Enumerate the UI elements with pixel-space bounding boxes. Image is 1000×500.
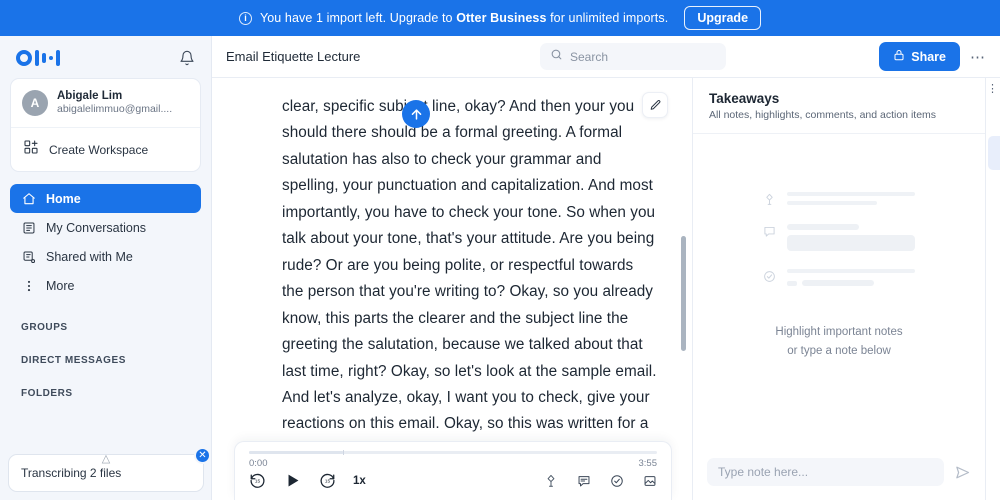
sidebar: A Abigale Lim abigalelimmuo@gmail.... Cr… (0, 36, 212, 500)
svg-text:15: 15 (325, 479, 331, 485)
transcript-pane: clear, specific subject line, okay? And … (212, 78, 693, 500)
comment-icon (763, 225, 776, 243)
transcript-text: clear, specific subject line, okay? And … (282, 98, 658, 500)
document-toolbar: Email Etiquette Lecture Share ⋯ (212, 36, 1000, 78)
comment-icon[interactable] (577, 474, 591, 488)
skeleton-placeholder (763, 192, 915, 309)
share-button[interactable]: Share (879, 42, 960, 71)
app-shell: A Abigale Lim abigalelimmuo@gmail.... Cr… (0, 36, 1000, 500)
total-time: 3:55 (638, 458, 658, 469)
workspace-icon (23, 139, 39, 160)
account-email: abigalelimmuo@gmail.... (57, 103, 173, 116)
player-actions (544, 474, 657, 488)
transcribing-label: Transcribing 2 files (21, 466, 122, 480)
notification-bell-icon[interactable] (179, 50, 195, 66)
skeleton-row (763, 224, 915, 256)
search-icon (550, 48, 563, 66)
empty-state-message: Highlight important notes or type a note… (775, 323, 902, 360)
time-row: 0:00 3:55 (249, 458, 657, 469)
sidebar-item-label: Home (46, 191, 81, 206)
section-header-folders: FOLDERS (21, 388, 73, 400)
main-area: Email Etiquette Lecture Share ⋯ (212, 36, 1000, 500)
sidebar-nav: Home My Conversations Shared with Me Mor… (10, 184, 201, 300)
search-input[interactable] (570, 49, 716, 64)
progress-segment (249, 451, 343, 454)
sidebar-item-shared-with-me[interactable]: Shared with Me (10, 242, 201, 271)
sidebar-item-label: My Conversations (46, 220, 147, 235)
banner-message: You have 1 import left. Upgrade to Otter… (259, 11, 669, 25)
action-item-icon[interactable] (610, 474, 624, 488)
takeaways-empty-state: Highlight important notes or type a note… (693, 134, 985, 448)
overflow-menu-icon[interactable]: ⋮ (987, 82, 998, 95)
progress-track[interactable] (249, 450, 657, 455)
forward-15-icon[interactable]: 15 (319, 472, 336, 489)
lock-icon (893, 49, 905, 64)
account-card: A Abigale Lim abigalelimmuo@gmail.... Cr… (10, 78, 201, 173)
image-icon[interactable] (643, 474, 657, 488)
page-title: Email Etiquette Lecture (226, 49, 361, 64)
skeleton-row (763, 269, 915, 296)
sidebar-header (0, 36, 211, 76)
chevron-up-icon[interactable]: △ (102, 454, 110, 465)
send-icon[interactable] (954, 464, 971, 481)
highlight-icon[interactable] (544, 474, 558, 488)
playback-speed-button[interactable]: 1x (353, 475, 366, 487)
sidebar-item-more[interactable]: More (10, 271, 201, 300)
otter-app-window: i You have 1 import left. Upgrade to Ott… (0, 0, 1000, 500)
svg-text:15: 15 (255, 479, 261, 485)
section-header-direct-messages: DIRECT MESSAGES (21, 355, 126, 367)
search-box[interactable] (540, 43, 726, 70)
sidebar-item-my-conversations[interactable]: My Conversations (10, 213, 201, 242)
close-icon[interactable]: ✕ (194, 447, 211, 464)
play-icon[interactable] (283, 471, 302, 490)
empty-line-1: Highlight important notes (775, 326, 903, 339)
highlight-icon (763, 193, 776, 211)
overflow-menu-icon[interactable]: ⋯ (970, 48, 986, 66)
right-edge-panel: ⋮ (986, 78, 1000, 500)
current-time: 0:00 (249, 458, 268, 469)
takeaways-title: Takeaways (709, 91, 780, 106)
info-icon: i (238, 11, 252, 25)
action-item-icon (763, 270, 776, 288)
upgrade-button[interactable]: Upgrade (684, 6, 762, 30)
player-controls: 15 15 1x (249, 471, 657, 490)
edit-transcript-button[interactable] (642, 92, 668, 118)
collapsed-panel-chip[interactable] (988, 136, 1000, 170)
shared-icon (21, 249, 36, 264)
section-header-groups: GROUPS (21, 322, 68, 334)
sidebar-item-label: Shared with Me (46, 249, 133, 264)
account-name: Abigale Lim (57, 90, 123, 102)
upgrade-banner: i You have 1 import left. Upgrade to Ott… (0, 0, 1000, 36)
skeleton-row (763, 192, 915, 211)
sidebar-item-home[interactable]: Home (10, 184, 201, 214)
account-row[interactable]: A Abigale Lim abigalelimmuo@gmail.... (11, 79, 200, 127)
avatar: A (22, 90, 48, 116)
audio-player: 0:00 3:55 15 15 1x (234, 441, 672, 500)
share-label: Share (911, 49, 946, 64)
create-workspace-button[interactable]: Create Workspace (11, 128, 200, 171)
otter-logo[interactable] (16, 50, 60, 66)
progress-marker (342, 450, 344, 455)
scroll-to-top-button[interactable] (402, 100, 430, 128)
empty-line-2: or type a note below (787, 344, 891, 357)
toolbar-actions: Share ⋯ (879, 42, 986, 71)
takeaways-header: Takeaways All notes, highlights, comment… (693, 78, 985, 134)
transcript-scrollbar[interactable] (681, 236, 686, 351)
takeaways-subtitle: All notes, highlights, comments, and act… (709, 109, 937, 121)
rewind-15-icon[interactable]: 15 (249, 472, 266, 489)
takeaways-panel: Takeaways All notes, highlights, comment… (693, 78, 986, 500)
note-input[interactable] (707, 458, 944, 486)
transcribing-toast[interactable]: △ Transcribing 2 files ✕ (8, 447, 211, 492)
home-icon (21, 191, 36, 206)
conversations-icon (21, 220, 36, 235)
more-dots-icon (21, 278, 36, 293)
sidebar-item-label: More (46, 278, 75, 293)
content-split: clear, specific subject line, okay? And … (212, 78, 1000, 500)
note-composer (693, 448, 985, 500)
create-workspace-label: Create Workspace (49, 142, 149, 157)
